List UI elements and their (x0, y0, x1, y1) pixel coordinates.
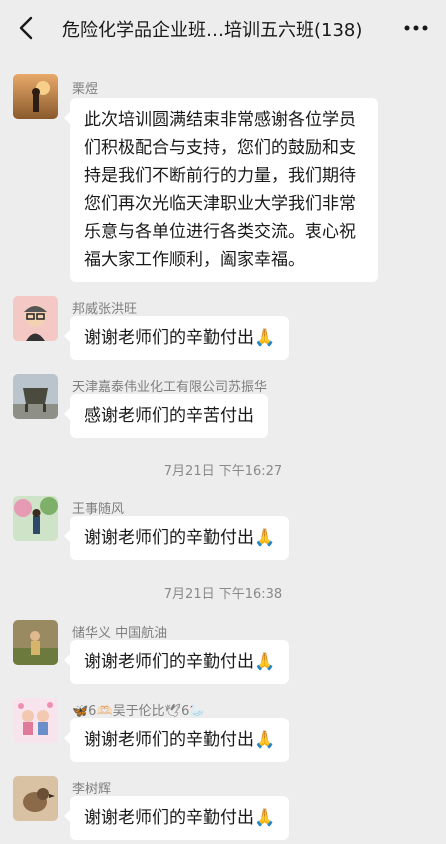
message-text: 谢谢老师们的辛勤付出 (84, 730, 254, 750)
sender-name: 王事随风 (72, 502, 125, 517)
chevron-left-icon (19, 16, 33, 40)
timestamp: 7月21日 下午16:38 (163, 587, 283, 602)
cartoon-man-avatar-icon[interactable] (13, 296, 58, 341)
pray-emoji: 🙏 (254, 730, 276, 750)
sender-name: 🦋6🫶🏻吴于伦比🕊6🦢 (72, 704, 206, 719)
bronze-vessel-avatar-icon[interactable] (13, 374, 58, 419)
sender-name: 栗煜 (72, 82, 99, 97)
pray-emoji: 🙏 (254, 328, 276, 348)
message-bubble[interactable]: 谢谢老师们的辛勤付出🙏 (63, 316, 290, 360)
back-button[interactable] (12, 14, 40, 42)
pray-emoji: 🙏 (254, 808, 276, 828)
message-bubble[interactable]: 此次培训圆满结束非常感谢各位学员们积极配合与支持，您们的鼓励和支持是我们不断前行… (64, 98, 378, 282)
message-bubble[interactable]: 谢谢老师们的辛勤付出🙏 (63, 796, 290, 840)
message-text: 谢谢老师们的辛勤付出 (84, 528, 254, 548)
message-text: 谢谢老师们的辛勤付出 (84, 652, 254, 672)
message-text: 谢谢老师们的辛勤付出 (84, 808, 254, 828)
sender-name: 邦威张洪旺 (72, 302, 138, 317)
more-dots-icon (404, 25, 428, 31)
pray-emoji: 🙏 (254, 652, 276, 672)
message-bubble[interactable]: 谢谢老师们的辛勤付出🙏 (63, 640, 290, 684)
sender-name: 李树辉 (72, 782, 112, 797)
chat-title: 危险化学品企业班…培训五六班(138) (62, 20, 363, 41)
sender-name: 储华义 中国航油 (72, 626, 168, 641)
couple-cartoon-avatar-icon[interactable] (13, 698, 58, 743)
bird-avatar-icon[interactable] (13, 776, 58, 821)
timestamp: 7月21日 下午16:27 (163, 464, 283, 479)
chat-header: 危险化学品企业班…培训五六班(138) (0, 0, 446, 56)
message-text: 感谢老师们的辛苦付出 (84, 406, 254, 426)
child-outdoor-avatar-icon[interactable] (13, 620, 58, 665)
person-in-garden-avatar-icon[interactable] (13, 496, 58, 541)
more-options-button[interactable] (402, 14, 430, 42)
message-bubble[interactable]: 感谢老师们的辛苦付出 (64, 394, 268, 438)
pray-emoji: 🙏 (254, 528, 276, 548)
message-text: 谢谢老师们的辛勤付出 (84, 328, 254, 348)
sender-name: 天津嘉泰伟业化工有限公司苏振华 (72, 380, 268, 395)
sunset-avatar-icon[interactable] (13, 74, 58, 119)
message-text: 此次培训圆满结束非常感谢各位学员们积极配合与支持，您们的鼓励和支持是我们不断前行… (84, 110, 356, 270)
message-bubble[interactable]: 谢谢老师们的辛勤付出🙏 (63, 516, 290, 560)
message-bubble[interactable]: 谢谢老师们的辛勤付出🙏 (63, 718, 290, 762)
